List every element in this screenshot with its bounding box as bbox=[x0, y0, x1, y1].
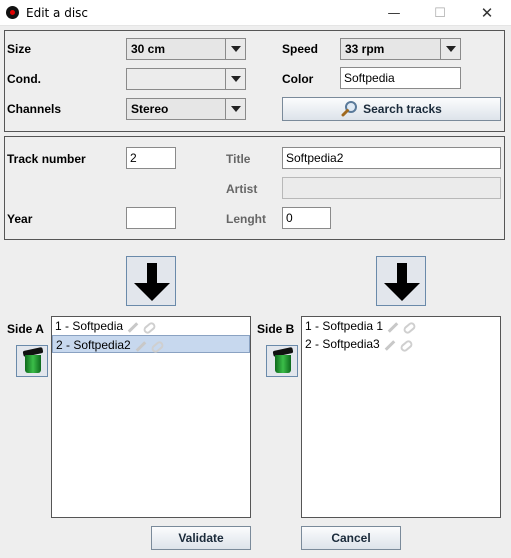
track-panel: Track number 2 Title Softpedia2 Artist Y… bbox=[4, 136, 505, 240]
pencil-icon[interactable] bbox=[135, 341, 147, 352]
length-label: Lenght bbox=[226, 212, 266, 226]
artist-label: Artist bbox=[226, 182, 258, 196]
color-field[interactable]: Softpedia bbox=[340, 67, 461, 89]
disc-panel: Size 30 cm Speed 33 rpm Cond. Color Soft… bbox=[4, 30, 505, 132]
add-to-side-a-button[interactable] bbox=[126, 256, 176, 306]
channels-value: Stereo bbox=[131, 102, 169, 116]
year-label: Year bbox=[7, 212, 33, 226]
arrow-down-icon bbox=[147, 263, 157, 285]
link-icon[interactable] bbox=[141, 320, 158, 335]
title-field[interactable]: Softpedia2 bbox=[282, 147, 501, 169]
side-b-label: Side B bbox=[257, 322, 295, 336]
validate-button[interactable]: Validate bbox=[151, 526, 251, 550]
chevron-down-icon[interactable] bbox=[225, 39, 245, 59]
pencil-icon[interactable] bbox=[384, 340, 396, 351]
size-combo[interactable]: 30 cm bbox=[126, 38, 246, 60]
maximize-button[interactable]: ☐ bbox=[417, 0, 463, 26]
arrow-down-icon bbox=[397, 263, 407, 285]
link-icon[interactable] bbox=[402, 320, 418, 335]
cond-label: Cond. bbox=[7, 72, 41, 86]
speed-combo[interactable]: 33 rpm bbox=[340, 38, 461, 60]
color-label: Color bbox=[282, 72, 314, 86]
length-field[interactable]: 0 bbox=[282, 207, 331, 229]
title-label: Title bbox=[226, 152, 251, 166]
track-number-field[interactable]: 2 bbox=[126, 147, 176, 169]
chevron-down-icon[interactable] bbox=[225, 69, 245, 89]
title-bar: Edit a disc — ☐ ✕ bbox=[0, 0, 511, 26]
delete-side-a-button[interactable] bbox=[16, 345, 48, 377]
search-tracks-button[interactable]: Search tracks bbox=[282, 97, 501, 121]
channels-label: Channels bbox=[7, 102, 62, 116]
artist-field[interactable] bbox=[282, 177, 501, 199]
search-tracks-label: Search tracks bbox=[363, 102, 442, 116]
side-a-list[interactable]: 1 - Softpedia 2 - Softpedia2 bbox=[51, 316, 251, 518]
add-to-side-b-button[interactable] bbox=[376, 256, 426, 306]
size-value: 30 cm bbox=[131, 42, 166, 56]
list-item[interactable]: 2 - Softpedia2 bbox=[52, 335, 250, 354]
close-button[interactable]: ✕ bbox=[464, 0, 510, 26]
list-item[interactable]: 2 - Softpedia3 bbox=[302, 335, 500, 353]
size-label: Size bbox=[7, 42, 32, 56]
list-item[interactable]: 1 - Softpedia bbox=[52, 317, 250, 335]
pencil-icon[interactable] bbox=[127, 322, 139, 333]
channels-combo[interactable]: Stereo bbox=[126, 98, 246, 120]
magnifier-icon bbox=[341, 101, 357, 117]
link-icon[interactable] bbox=[149, 339, 165, 354]
side-a-label: Side A bbox=[7, 322, 44, 336]
cond-combo[interactable] bbox=[126, 68, 246, 90]
year-field[interactable] bbox=[126, 207, 176, 229]
speed-value: 33 rpm bbox=[345, 42, 385, 56]
record-icon bbox=[6, 6, 19, 19]
pencil-icon[interactable] bbox=[387, 322, 399, 333]
chevron-down-icon[interactable] bbox=[440, 39, 460, 59]
speed-label: Speed bbox=[282, 42, 319, 56]
minimize-button[interactable]: — bbox=[371, 0, 417, 26]
link-icon[interactable] bbox=[398, 338, 414, 353]
delete-side-b-button[interactable] bbox=[266, 345, 298, 377]
window-title: Edit a disc bbox=[26, 6, 89, 20]
cancel-button[interactable]: Cancel bbox=[301, 526, 401, 550]
list-item[interactable]: 1 - Softpedia 1 bbox=[302, 317, 500, 335]
chevron-down-icon[interactable] bbox=[225, 99, 245, 119]
side-b-list[interactable]: 1 - Softpedia 1 2 - Softpedia3 bbox=[301, 316, 501, 518]
track-number-label: Track number bbox=[7, 152, 86, 166]
